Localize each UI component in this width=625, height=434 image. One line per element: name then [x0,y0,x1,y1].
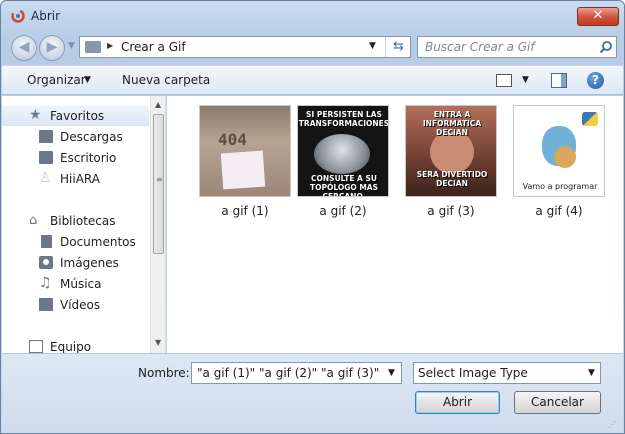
thumbnail-top-text: ENTRA A INFORMATICA DECIAN [422,110,482,137]
file-item[interactable]: SI PERSISTEN LAS TRANSFORMACIONES CONSUL… [295,97,391,218]
nav-item-user[interactable]: ♙ HiiARA [2,169,149,189]
nav-item-videos[interactable]: Vídeos [2,295,149,315]
file-name: a gif (1) [221,204,269,218]
search-input[interactable]: Buscar Crear a Gif [417,36,617,58]
back-arrow-icon: ◀ [18,39,30,55]
file-item[interactable]: 404 a gif (1) [197,97,293,218]
star-icon: ★ [29,107,42,123]
back-button[interactable]: ◀ [11,35,37,61]
refresh-icon[interactable]: ⇆ [385,37,411,57]
grip-icon: ≡ [156,175,163,184]
nav-item-label: Descargas [60,130,123,144]
nav-item-label: Imágenes [60,256,119,270]
file-type-value: Select Image Type [418,366,528,380]
breadcrumb-separator-icon[interactable]: ▶ [107,41,113,50]
scroll-up-icon[interactable]: ▲ [155,100,161,109]
open-button[interactable]: Abrir [415,391,500,414]
file-thumbnail: Vamo a programar [513,105,605,197]
preview-pane-icon[interactable] [551,73,567,88]
bottom-panel: Nombre: "a gif (1)" "a gif (2)" "a gif (… [2,353,623,433]
file-name: a gif (2) [319,204,367,218]
libraries-icon: ⌂ [29,213,38,228]
user-icon: ♙ [39,170,52,186]
thumbnail-shell [554,146,576,168]
nav-item-computer[interactable]: Equipo [2,337,149,353]
computer-icon [29,340,43,353]
forward-arrow-icon: ▶ [46,39,58,55]
forward-button[interactable]: ▶ [39,35,65,61]
filename-value: "a gif (1)" "a gif (2)" "a gif (3)" "a g… [197,366,381,380]
change-view-icon[interactable] [496,74,512,87]
music-icon: ♫ [39,275,52,291]
file-list: 404 a gif (1) SI PERSISTEN LAS TRANSFORM… [167,96,623,353]
scroll-down-icon[interactable]: ▼ [155,338,161,347]
search-icon[interactable] [599,40,613,54]
file-thumbnail: 404 [199,105,291,197]
search-placeholder: Buscar Crear a Gif [425,40,535,54]
desktop-folder-icon [39,151,53,164]
nav-item-label: Documentos [60,235,136,249]
file-name: a gif (3) [427,204,475,218]
nav-libraries-label: Bibliotecas [50,214,116,228]
file-name: a gif (4) [535,204,583,218]
file-thumbnail: SI PERSISTEN LAS TRANSFORMACIONES CONSUL… [297,105,389,197]
resize-grip-icon[interactable]: ⋰ [608,420,616,429]
nav-item-label: Vídeos [60,298,101,312]
organize-dropdown-icon[interactable]: ▼ [84,75,91,85]
thumbnail-caption: Vamo a programar [522,182,598,191]
filename-label: Nombre: [138,366,190,380]
python-logo-icon [582,112,598,126]
new-folder-button[interactable]: Nueva carpeta [122,73,210,87]
recent-locations-dropdown-icon[interactable]: ▼ [68,41,75,51]
nav-favorites-label: Favoritos [50,109,105,123]
thumbnail-note [220,150,266,190]
thumbnail-text: 404 [218,130,247,149]
thumbnail-bottom-text: CONSULTE A SU TOPÓLOGO MAS CERCANO. [309,174,379,197]
documents-icon [41,235,52,248]
address-bar[interactable]: ▶ Crear a Gif ▼ ⇆ [79,36,411,58]
file-item[interactable]: ENTRA A INFORMATICA DECIAN SERA DIVERTID… [403,97,499,218]
organize-button[interactable]: Organizar [27,73,86,87]
thumbnail-image [314,134,370,174]
breadcrumb-current-folder[interactable]: Crear a Gif [121,40,186,54]
nav-item-documents[interactable]: Documentos [2,232,149,252]
nav-item-pictures[interactable]: Imágenes [2,253,149,273]
file-item[interactable]: Vamo a programar a gif (4) [511,97,607,218]
nav-item-music[interactable]: ♫ Música [2,274,149,294]
filename-dropdown-icon[interactable]: ▼ [388,368,395,378]
navigation-pane: ★ Favoritos Descargas Escritorio ♙ HiiAR… [2,96,166,353]
close-button[interactable]: ✕ [577,7,619,26]
app-icon [11,9,25,23]
nav-item-desktop[interactable]: Escritorio [2,148,149,168]
cancel-button[interactable]: Cancelar [514,391,601,414]
file-type-dropdown-icon[interactable]: ▼ [588,368,595,378]
pictures-icon [39,256,53,269]
nav-computer-label: Equipo [50,340,92,353]
address-dropdown-icon[interactable]: ▼ [369,41,376,51]
downloads-folder-icon [39,130,53,143]
command-bar: Organizar ▼ Nueva carpeta ▼ ? [2,65,623,95]
file-type-select[interactable]: Select Image Type ▼ [413,362,601,384]
help-icon[interactable]: ? [587,72,604,89]
nav-scrollbar[interactable]: ▲ ≡ ▼ [150,96,165,353]
window-title: Abrir [31,9,61,23]
videos-icon [39,298,53,311]
nav-item-label: HiiARA [60,172,100,186]
view-options-dropdown-icon[interactable]: ▼ [522,75,529,85]
nav-item-label: Escritorio [60,151,117,165]
nav-item-libraries[interactable]: ⌂ Bibliotecas [2,211,149,231]
nav-item-downloads[interactable]: Descargas [2,127,149,147]
folder-icon [85,41,101,53]
title-bar: Abrir ✕ [1,1,624,29]
thumbnail-top-text: SI PERSISTEN LAS TRANSFORMACIONES [298,110,389,128]
nav-item-favorites[interactable]: ★ Favoritos [2,106,149,126]
filename-input[interactable]: "a gif (1)" "a gif (2)" "a gif (3)" "a g… [191,362,402,384]
thumbnail-bottom-text: SERA DIVERTIDO DECIAN [416,170,488,188]
scrollbar-thumb[interactable]: ≡ [153,114,164,254]
nav-item-label: Música [60,277,102,291]
file-thumbnail: ENTRA A INFORMATICA DECIAN SERA DIVERTID… [405,105,497,197]
open-file-dialog: Abrir ✕ ◀ ▶ ▼ ▶ Crear a Gif ▼ ⇆ Buscar C… [0,0,625,434]
